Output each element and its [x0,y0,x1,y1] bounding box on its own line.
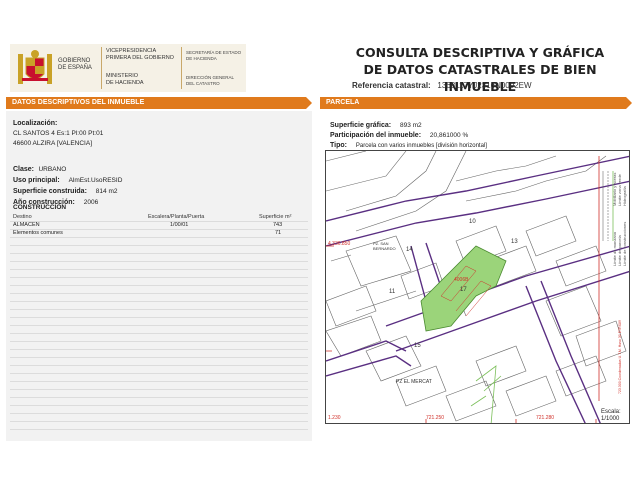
parcel-number-10: 10 [469,219,476,225]
table-divider [10,421,308,422]
parcel-number-13: 13 [511,239,518,245]
col-destino: Destino [13,214,32,220]
table-divider [10,405,308,406]
table-divider [10,229,308,230]
table-row-destino-2: Elementos comunes [13,230,63,236]
table-divider [10,397,308,398]
table-divider [10,285,308,286]
localizacion-line1: CL SANTOS 4 Es:1 Pl:00 Pt:01 [13,130,104,137]
parcel-number-17: 17 [460,287,467,293]
parcela-bar: PARCELA [320,97,626,109]
table-divider [10,373,308,374]
parcel-number-14: 14 [406,247,413,253]
plaza-label: PZ. SAN BERNARDO [373,241,396,251]
secretaria-label: SECRETARÍA DE ESTADO DE HACIENDA [186,50,242,61]
coord-bottom-label-1: 1.230 [328,415,341,421]
col-escalera: Escalera/Planta/Puerta [148,214,205,220]
legend-item-3: Límite de construcciones [622,221,627,266]
parcel-number-15: 15 [414,343,421,349]
bar-arrow [306,97,312,109]
table-divider [10,269,308,270]
coat-of-arms-icon [18,50,52,84]
table-divider [10,341,308,342]
green-zone [470,365,502,423]
ministerio-label: MINISTERIO DE HACIENDA [106,73,144,86]
col-superficie: Superficie m² [259,214,292,220]
table-divider [10,325,308,326]
table-divider [10,261,308,262]
referencia-catastral: Referencia catastral: 1368117YJ2316N0002… [352,81,532,90]
direccion-label: DIRECCIÓN GENERAL DEL CATASTRO [186,75,235,86]
coord-bottom-label-2: 721.250 [426,415,445,421]
scale-box: Escala: 1/1000 [601,409,621,422]
table-divider [10,357,308,358]
table-row-destino: ALMACEN [13,222,40,228]
cadastral-map[interactable]: 4.336.850 1.230 721.250 721.280 PZ EL ME… [325,150,630,424]
table-divider [10,221,308,222]
table-divider [10,253,308,254]
table-divider [10,333,308,334]
subject-label: 4006B [454,277,469,283]
localizacion-line2: 46600 ALZIRA [VALENCIA] [13,140,93,147]
gobierno-label: GOBIERNO DE ESPAÑA [58,58,92,71]
bar-arrow [626,97,632,109]
table-divider [10,301,308,302]
table-divider [10,413,308,414]
map-svg [326,151,629,423]
table-divider [10,429,308,430]
table-divider [10,365,308,366]
table-divider [10,237,308,238]
coord-left-label: 4.336.850 [328,241,351,247]
table-divider [10,277,308,278]
construccion-heading: CONSTRUCCIÓN [13,204,67,211]
logo-separator-2 [181,47,182,89]
table-row-escalera: 1/00/01 [170,222,189,228]
vicepresidencia-label: VICEPRESIDENCIA PRIMERA DEL GOBIERNO [106,48,174,61]
datos-descriptivos-bar: DATOS DESCRIPTIVOS DEL INMUEBLE [6,97,306,109]
table-row-superficie-2: 71 [275,230,282,236]
logo-separator [101,47,102,89]
utm-note: 723.300 Coordenadas U.T.M. Huso 30 ETRS8… [618,320,622,394]
table-row-superficie: 743 [273,222,283,228]
street-label-mercat: PZ EL MERCAT [396,379,432,385]
legend-item-6: Hidrografía [622,186,627,206]
table-divider [10,381,308,382]
table-divider [10,309,308,310]
table-divider [10,293,308,294]
localizacion-label: Localización: [13,120,58,127]
table-divider [10,389,308,390]
table-divider [10,317,308,318]
parcel-number-11: 11 [389,289,396,295]
coord-bottom-label-3: 721.280 [536,415,555,421]
table-divider [10,245,308,246]
table-divider [10,349,308,350]
